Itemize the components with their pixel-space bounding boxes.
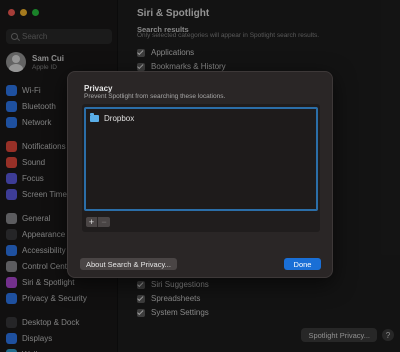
add-location-button[interactable]: +: [86, 217, 98, 227]
list-item[interactable]: Dropbox: [90, 113, 135, 123]
folder-icon: [90, 113, 99, 122]
done-button[interactable]: Done: [284, 258, 321, 270]
about-search-privacy-button[interactable]: About Search & Privacy...: [80, 258, 177, 270]
add-remove-control: + −: [86, 217, 110, 227]
remove-location-button[interactable]: −: [98, 217, 110, 227]
excluded-locations-panel: Dropbox + −: [82, 104, 320, 232]
sheet-description: Prevent Spotlight from searching these l…: [84, 93, 226, 100]
location-name: Dropbox: [104, 114, 135, 123]
excluded-locations-list[interactable]: Dropbox: [84, 107, 318, 211]
sheet-title: Privacy: [84, 84, 113, 93]
privacy-sheet: Privacy Prevent Spotlight from searching…: [67, 71, 333, 278]
